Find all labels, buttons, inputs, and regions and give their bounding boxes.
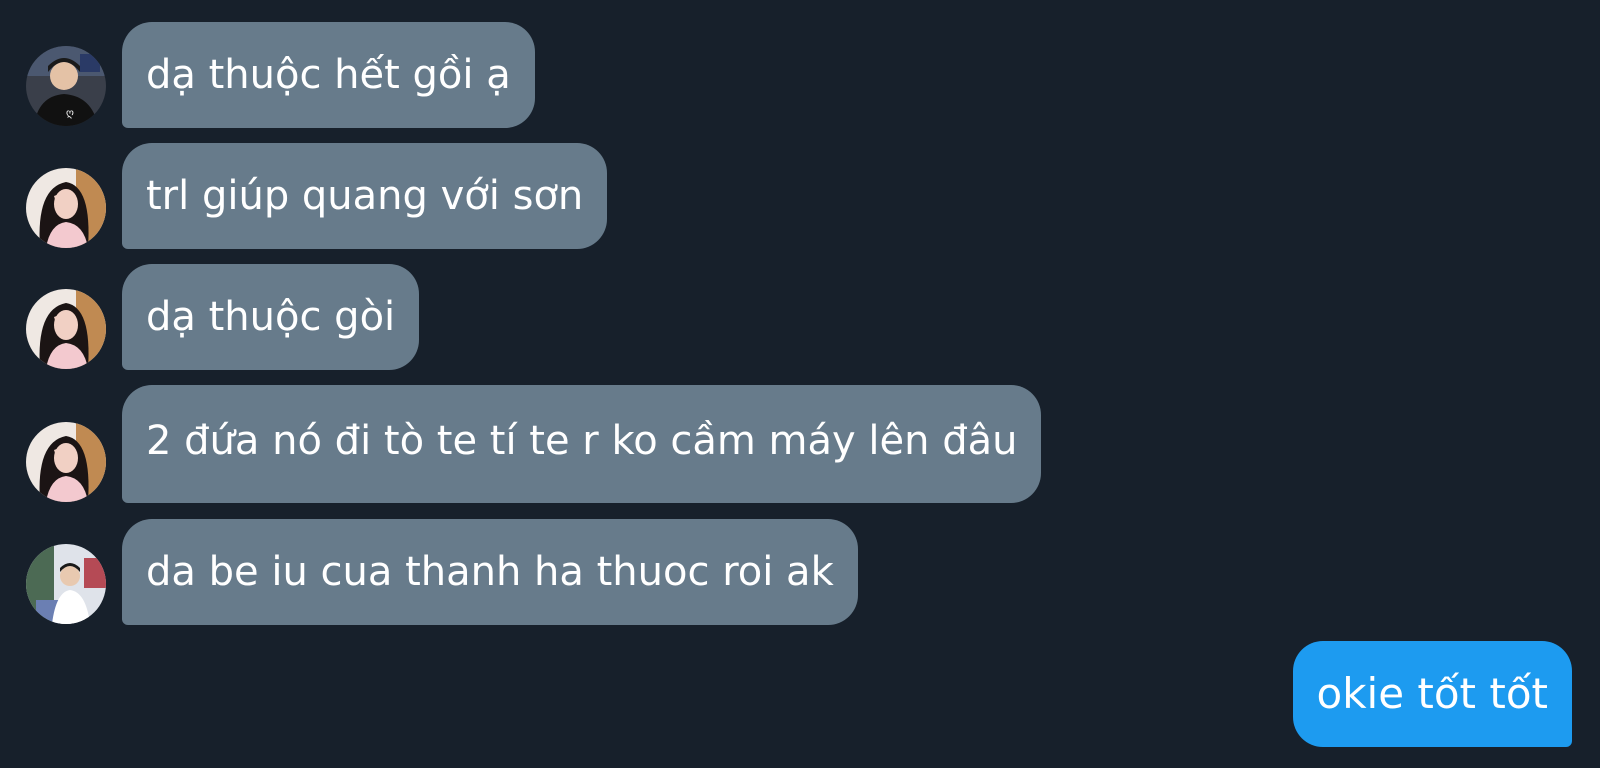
svg-text:ღ: ღ [66, 108, 74, 119]
avatar-boy-black-shirt-image: ღ [26, 46, 106, 126]
message-bubble[interactable]: dạ thuộc gòi [122, 264, 420, 370]
avatar[interactable] [26, 289, 106, 369]
avatar[interactable] [26, 168, 106, 248]
message-bubble[interactable]: trl giúp quang với sơn [122, 143, 608, 249]
message-bubble[interactable]: da be iu cua thanh ha thuoc roi ak [122, 519, 858, 625]
message-bubble[interactable]: 2 đứa nó đi tò te tí te r ko cầm máy lên… [122, 385, 1042, 503]
avatar-girl-pink-image [26, 422, 106, 502]
outgoing-message-bubble[interactable]: okie tốt tốt [1292, 641, 1572, 747]
avatar[interactable]: ღ [26, 46, 106, 126]
avatar[interactable] [26, 422, 106, 502]
avatar-girl-pink-image [26, 289, 106, 369]
avatar-girl-pink-image [26, 168, 106, 248]
avatar[interactable] [26, 544, 106, 624]
chat-thread: ღ dạ thuộc hết gồi ạ trl giúp quang với … [0, 0, 1600, 768]
avatar-boy-white-shirt-image [26, 544, 106, 624]
message-bubble[interactable]: dạ thuộc hết gồi ạ [122, 22, 535, 128]
